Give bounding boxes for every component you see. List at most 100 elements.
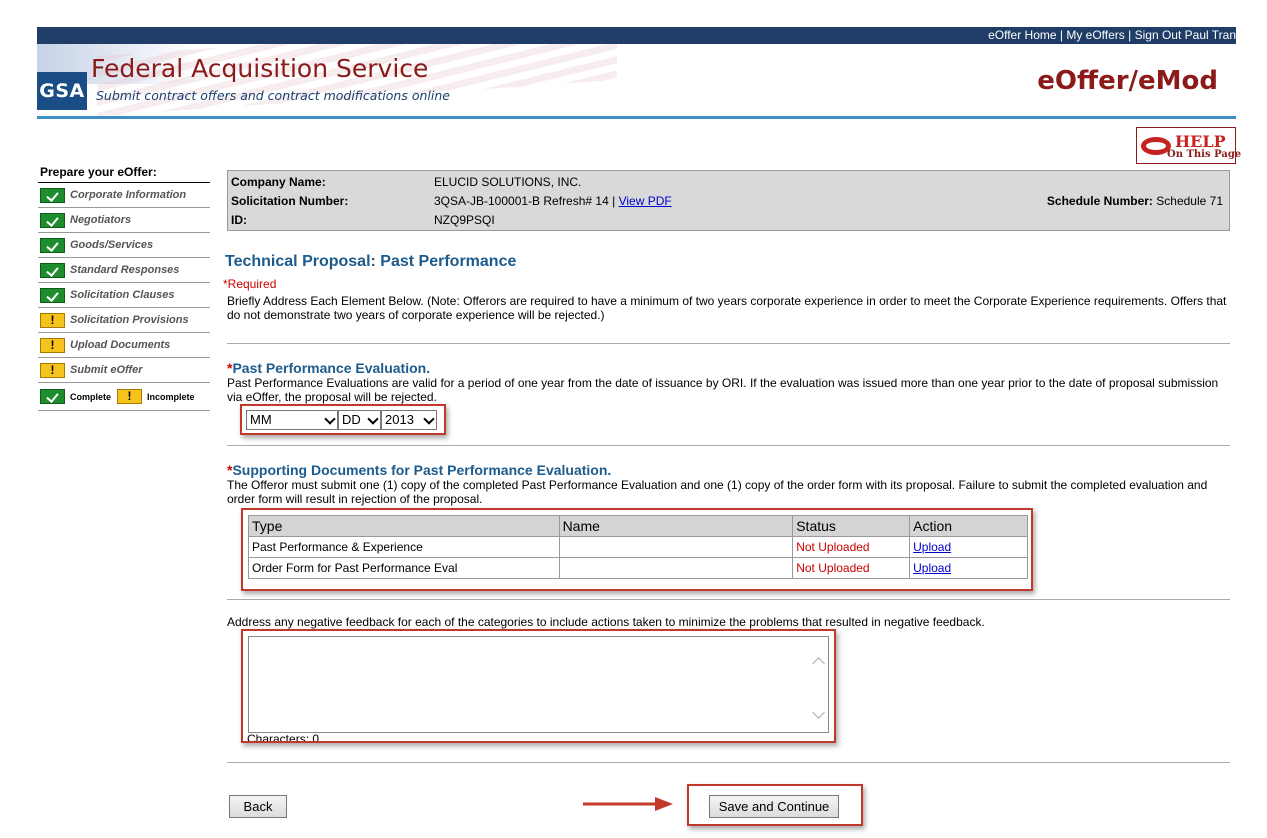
cell-name (558, 536, 794, 558)
divider (227, 445, 1230, 446)
cell-name (558, 557, 794, 579)
top-links: eOffer Home | My eOffers | Sign Out Paul… (988, 28, 1236, 42)
cell-type: Past Performance & Experience (248, 536, 560, 558)
checkmark-icon (40, 262, 65, 278)
id-value: NZQ9PSQI (434, 213, 495, 227)
table-row: Past Performance & Experience Not Upload… (248, 536, 1028, 558)
offer-info-box: Company Name: ELUCID SOLUTIONS, INC. Sol… (227, 170, 1230, 231)
warning-icon: ! (40, 337, 65, 353)
eoffer-home-link[interactable]: eOffer Home (988, 28, 1056, 42)
sidebar-item-label: Standard Responses (70, 264, 180, 276)
ppe-description: Past Performance Evaluations are valid f… (227, 376, 1219, 404)
day-select[interactable]: DD (338, 410, 381, 430)
table-row: Order Form for Past Performance Eval Not… (248, 557, 1028, 579)
sidebar-item-label: Solicitation Provisions (70, 314, 189, 326)
table-header-row: Type Name Status Action (248, 515, 1028, 537)
sidebar-item-label: Corporate Information (70, 189, 187, 201)
day-value: DD (342, 412, 361, 427)
feedback-textarea[interactable] (248, 636, 829, 733)
sidebar-item-goods-services[interactable]: Goods/Services (38, 233, 210, 258)
sidebar-item-corporate-information[interactable]: Corporate Information (38, 183, 210, 208)
divider (227, 343, 1230, 344)
id-label: ID: (231, 213, 247, 227)
sidebar-item-solicitation-provisions[interactable]: ! Solicitation Provisions (38, 308, 210, 333)
schedule-number-label: Schedule Number: (1046, 194, 1153, 208)
my-eoffers-link[interactable]: My eOffers (1066, 28, 1124, 42)
feedback-label: Address any negative feedback for each o… (227, 615, 985, 629)
checkmark-icon (40, 389, 65, 404)
legend-incomplete: Incomplete (147, 391, 195, 402)
checkmark-icon (40, 212, 65, 228)
sidebar-item-label: Negotiators (70, 214, 132, 226)
divider (227, 762, 1230, 763)
sidebar-item-label: Upload Documents (70, 339, 171, 351)
sidebar-title: Prepare your eOffer: (38, 165, 210, 183)
site-banner: GSA Federal Acquisition Service Submit c… (37, 44, 1236, 116)
docs-title-text: Supporting Documents for Past Performanc… (232, 462, 612, 478)
cell-action: Upload (909, 536, 1028, 558)
sidebar-item-label: Solicitation Clauses (70, 289, 175, 301)
evaluation-date-highlight: MM DD 2013 (240, 404, 446, 435)
org-title: Federal Acquisition Service (91, 54, 429, 83)
documents-table: Type Name Status Action Past Performance… (248, 515, 1028, 579)
company-name-value: ELUCID SOLUTIONS, INC. (434, 175, 582, 189)
intro-text: Briefly Address Each Element Below. (Not… (227, 294, 1227, 322)
arrow-right-icon (583, 797, 673, 811)
schedule-number-value: Schedule 71 (1156, 194, 1223, 208)
save-button-highlight: Save and Continue (687, 784, 863, 826)
year-value: 2013 (385, 412, 414, 427)
divider (227, 599, 1230, 600)
scroll-up-icon[interactable] (812, 657, 825, 670)
warning-icon: ! (40, 312, 65, 328)
docs-section-title: *Supporting Documents for Past Performan… (227, 462, 611, 478)
view-pdf-link[interactable]: View PDF (619, 194, 672, 208)
docs-description: The Offeror must submit one (1) copy of … (227, 478, 1208, 506)
company-name-label: Company Name: (231, 175, 326, 189)
warning-icon: ! (40, 362, 65, 378)
brand-title: eOffer/eMod (1037, 66, 1218, 96)
ppe-section-title: *Past Performance Evaluation. (227, 360, 430, 376)
checkmark-icon (40, 237, 65, 253)
back-button[interactable]: Back (229, 795, 287, 818)
cell-action: Upload (909, 557, 1028, 579)
cell-type: Order Form for Past Performance Eval (248, 557, 560, 579)
checkmark-icon (40, 287, 65, 303)
sign-out-link[interactable]: Sign Out Paul Tran (1135, 28, 1236, 42)
chevron-down-icon (423, 413, 435, 425)
documents-table-highlight: Type Name Status Action Past Performance… (241, 508, 1033, 591)
year-select[interactable]: 2013 (381, 410, 437, 430)
status-legend: Complete ! Incomplete (38, 383, 210, 411)
ppe-title-text: Past Performance Evaluation. (232, 360, 431, 376)
chevron-down-icon (324, 413, 336, 425)
sidebar-item-negotiators[interactable]: Negotiators (38, 208, 210, 233)
warning-icon: ! (117, 389, 143, 404)
status-text: Not Uploaded (792, 536, 911, 558)
save-and-continue-button[interactable]: Save and Continue (709, 795, 839, 818)
org-subtitle: Submit contract offers and contract modi… (96, 88, 450, 103)
solicitation-number-value-wrap: 3QSA-JB-100001-B Refresh# 14 | View PDF (434, 194, 672, 208)
sidebar-item-label: Submit eOffer (70, 364, 143, 376)
status-text: Not Uploaded (792, 557, 911, 579)
upload-link[interactable]: Upload (913, 540, 951, 554)
upload-link[interactable]: Upload (913, 561, 951, 575)
month-select[interactable]: MM (246, 410, 338, 430)
page-title: Technical Proposal: Past Performance (225, 253, 517, 270)
column-header-type: Type (248, 515, 560, 537)
required-note: *Required (223, 277, 277, 291)
help-button[interactable]: HELP On This Page (1136, 127, 1241, 164)
sidebar-item-upload-documents[interactable]: ! Upload Documents (38, 333, 210, 358)
sidebar-item-standard-responses[interactable]: Standard Responses (38, 258, 210, 283)
sidebar-item-submit-eoffer[interactable]: ! Submit eOffer (38, 358, 210, 383)
chevron-down-icon (367, 413, 379, 425)
feedback-textarea-highlight: Characters: 0 (241, 629, 836, 743)
header-divider (37, 116, 1236, 119)
checkmark-icon (40, 187, 65, 203)
column-header-name: Name (558, 515, 794, 537)
sidebar-item-solicitation-clauses[interactable]: Solicitation Clauses (38, 283, 210, 308)
column-header-action: Action (909, 515, 1028, 537)
scroll-down-icon[interactable] (812, 706, 825, 719)
help-sublabel: On This Page (1167, 149, 1242, 160)
gsa-logo: GSA (37, 72, 87, 110)
schedule-number: Schedule Number: Schedule 71 (1047, 194, 1223, 208)
sidebar-item-label: Goods/Services (70, 239, 154, 251)
